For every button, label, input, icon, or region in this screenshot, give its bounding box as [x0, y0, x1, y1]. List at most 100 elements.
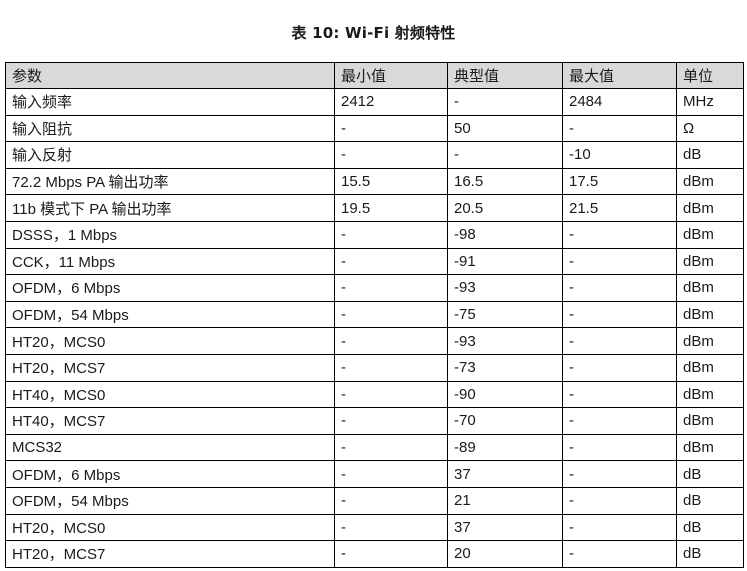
table-row: HT20，MCS0- -93- dBm: [5, 327, 744, 355]
header-parameter: 参数: [5, 62, 335, 89]
cell-max: -: [562, 353, 677, 382]
cell-typical: 37: [447, 460, 563, 488]
cell-parameter: 输入反射: [5, 141, 335, 169]
cell-parameter: HT20，MCS0: [5, 513, 335, 542]
cell-unit: MHz: [676, 88, 744, 116]
cell-typical: 37: [447, 513, 563, 542]
cell-typical: 16.5: [447, 167, 563, 196]
table-row: OFDM，54 Mbps -21- dB: [5, 486, 744, 515]
cell-unit: Ω: [676, 114, 744, 143]
cell-parameter: HT20，MCS0: [5, 327, 335, 355]
cell-min: -: [334, 141, 448, 169]
cell-unit: dBm: [676, 167, 744, 196]
cell-min: -: [334, 513, 448, 542]
cell-unit: dBm: [676, 433, 744, 462]
cell-min: -: [334, 407, 448, 435]
cell-typical: 20.5: [447, 194, 563, 222]
table-row: 输入反射 - - -10 dB: [5, 141, 744, 169]
cell-max: -: [562, 220, 677, 249]
table-row: 输入频率 2412-2484 MHz: [5, 88, 744, 116]
table-row: HT20，MCS7-20- dB: [5, 540, 744, 568]
cell-unit: dBm: [676, 327, 744, 355]
cell-max: -: [562, 114, 677, 143]
cell-min: -: [334, 353, 448, 382]
cell-min: -: [334, 380, 448, 409]
cell-typical: -: [447, 141, 563, 169]
cell-unit: dBm: [676, 247, 744, 276]
cell-unit: dB: [676, 141, 744, 169]
cell-max: -: [562, 247, 677, 276]
cell-typical: -73: [447, 353, 563, 382]
table-row: OFDM，6 Mbps -37- dB: [5, 460, 744, 488]
cell-max: -: [562, 380, 677, 409]
cell-typical: -91: [447, 247, 563, 276]
cell-min: 15.5: [334, 167, 448, 196]
cell-parameter: HT40，MCS0: [5, 380, 335, 409]
cell-parameter: OFDM，6 Mbps: [5, 274, 335, 302]
cell-unit: dB: [676, 540, 744, 568]
cell-min: -: [334, 540, 448, 568]
cell-max: 2484: [562, 88, 677, 116]
cell-unit: dB: [676, 513, 744, 542]
table-row: HT40，MCS0- -90- dBm: [5, 380, 744, 409]
cell-parameter: OFDM，54 Mbps: [5, 300, 335, 329]
table-row: 输入阻抗 -50- Ω: [5, 114, 744, 143]
table-row: MCS32- -89- dBm: [5, 433, 744, 462]
cell-max: -: [562, 460, 677, 488]
cell-max: -10: [562, 141, 677, 169]
cell-parameter: DSSS，1 Mbps: [5, 220, 335, 249]
cell-max: -: [562, 300, 677, 329]
cell-min: -: [334, 274, 448, 302]
cell-typical: -75: [447, 300, 563, 329]
cell-max: 17.5: [562, 167, 677, 196]
cell-min: -: [334, 114, 448, 143]
cell-max: -: [562, 433, 677, 462]
cell-max: -: [562, 513, 677, 542]
cell-parameter: 输入阻抗: [5, 114, 335, 143]
cell-parameter: CCK，11 Mbps: [5, 247, 335, 276]
cell-parameter: OFDM，6 Mbps: [5, 460, 335, 488]
table-body: 输入频率 2412-2484 MHz 输入阻抗 -50- Ω 输入反射 - - -10 dB 72.2…: [5, 88, 744, 568]
cell-parameter: HT20，MCS7: [5, 353, 335, 382]
cell-typical: -90: [447, 380, 563, 409]
cell-min: -: [334, 433, 448, 462]
cell-unit: dBm: [676, 220, 744, 249]
cell-max: -: [562, 327, 677, 355]
table-row: 72.2 Mbps PA 输出功率 15.5 16.5 17.5 dBm: [5, 167, 744, 196]
table-caption: 表 10: Wi-Fi 射频特性: [291, 24, 456, 42]
table-row: 11b 模式下 PA 输出功率 19.5 20.5 21.5 dBm: [5, 194, 744, 222]
cell-typical: -: [447, 88, 563, 116]
table-row: HT20，MCS0-37- dB: [5, 513, 744, 542]
cell-typical: -93: [447, 274, 563, 302]
cell-min: -: [334, 300, 448, 329]
cell-typical: 21: [447, 486, 563, 515]
cell-min: -: [334, 460, 448, 488]
cell-max: -: [562, 540, 677, 568]
cell-parameter: 输入频率: [5, 88, 335, 116]
cell-min: -: [334, 247, 448, 276]
cell-max: 21.5: [562, 194, 677, 222]
header-max: 最大值: [562, 62, 677, 89]
cell-typical: 20: [447, 540, 563, 568]
cell-max: -: [562, 407, 677, 435]
wifi-rf-spec-table: 参数 最小值 典型值 最大值 单位 输入频率 2412-2484 MHz 输入阻抗 -5…: [5, 62, 744, 568]
cell-min: -: [334, 486, 448, 515]
cell-unit: dBm: [676, 194, 744, 222]
header-min: 最小值: [334, 62, 448, 89]
cell-unit: dBm: [676, 300, 744, 329]
cell-min: 19.5: [334, 194, 448, 222]
cell-parameter: MCS32: [5, 433, 335, 462]
cell-typical: -89: [447, 433, 563, 462]
table-header-row: 参数 最小值 典型值 最大值 单位: [5, 62, 744, 89]
table-row: HT40，MCS7- -70- dBm: [5, 407, 744, 435]
cell-unit: dBm: [676, 380, 744, 409]
cell-min: 2412: [334, 88, 448, 116]
cell-typical: 50: [447, 114, 563, 143]
cell-min: -: [334, 327, 448, 355]
cell-unit: dBm: [676, 274, 744, 302]
cell-parameter: 72.2 Mbps PA 输出功率: [5, 167, 335, 196]
cell-unit: dBm: [676, 407, 744, 435]
table-row: OFDM，54 Mbps - -75- dBm: [5, 300, 744, 329]
cell-unit: dB: [676, 486, 744, 515]
table-row: HT20，MCS7- -73- dBm: [5, 353, 744, 382]
